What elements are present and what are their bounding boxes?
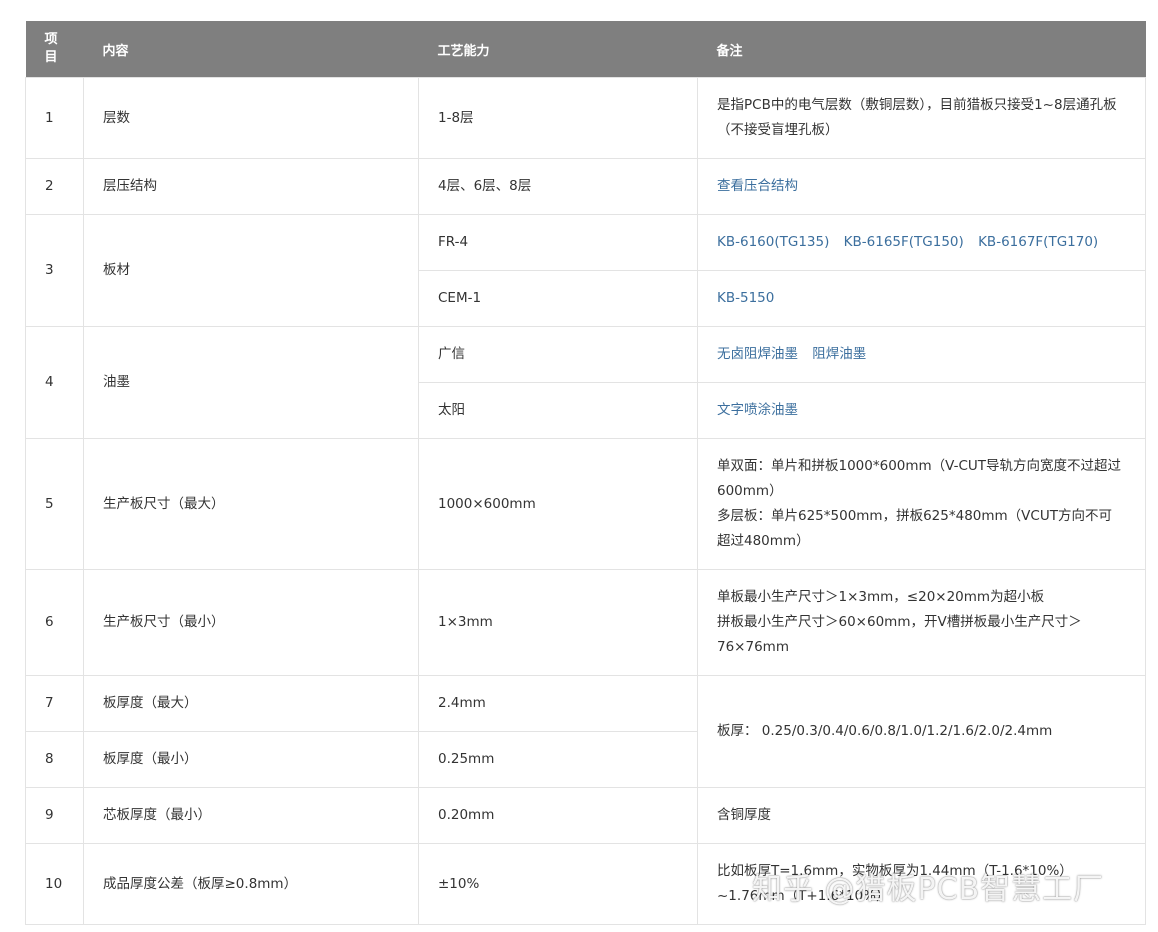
cell-content: 板厚度（最大）: [83, 675, 419, 732]
stackup-link[interactable]: 查看压合结构: [717, 178, 798, 194]
ink-link[interactable]: 文字喷涂油墨: [717, 402, 798, 418]
cell-no: 2: [25, 158, 84, 215]
process-capability-table: 项目 内容 工艺能力 备注 1 层数 1-8层 是指PCB中的电气层数（敷铜层数…: [25, 21, 1146, 925]
material-link[interactable]: KB-6165F(TG150): [844, 234, 964, 250]
cell-capability: 2.4mm: [418, 675, 698, 732]
header-content: 内容: [83, 21, 419, 78]
cell-content: 芯板厚度（最小）: [83, 787, 419, 844]
cell-no: 6: [25, 569, 84, 676]
cell-no: 7: [25, 675, 84, 732]
cell-no: 3: [25, 214, 84, 327]
zhihu-watermark: 知乎 @猎板PCB智慧工厂: [752, 872, 1105, 907]
cell-content: 层压结构: [83, 158, 419, 215]
ink-link[interactable]: 阻焊油墨: [812, 346, 866, 362]
table-header-row: 项目 内容 工艺能力 备注: [25, 21, 1146, 78]
table-row: 7 板厚度（最大） 2.4mm 板厚： 0.25/0.3/0.4/0.6/0.8…: [25, 675, 1146, 788]
material-link[interactable]: KB-6167F(TG170): [978, 234, 1098, 250]
cell-content: 板厚度（最小）: [83, 731, 419, 788]
cell-content: 板材: [83, 214, 419, 327]
ink-link[interactable]: 无卤阻焊油墨: [717, 346, 798, 362]
cell-capability: 广信: [418, 326, 698, 383]
material-link[interactable]: KB-5150: [717, 290, 774, 306]
cell-capability: 1-8层: [418, 77, 698, 159]
header-item-no: 项目: [25, 21, 84, 78]
cell-capability: 4层、6层、8层: [418, 158, 698, 215]
material-link[interactable]: KB-6160(TG135): [717, 234, 829, 250]
cell-capability: FR-4: [418, 214, 698, 271]
cell-content: 生产板尺寸（最小）: [83, 569, 419, 676]
table-row: 3 板材 FR-4 KB-6160(TG135) KB-6165F(TG150)…: [25, 214, 1146, 327]
cell-content: 油墨: [83, 326, 419, 439]
cell-note: 单板最小生产尺寸＞1×3mm，≤20×20mm为超小板 拼板最小生产尺寸＞60×6…: [697, 569, 1146, 676]
table-row: 5 生产板尺寸（最大） 1000×600mm 单双面：单片和拼板1000*600…: [25, 438, 1146, 570]
cell-no: 8: [25, 731, 84, 788]
cell-no: 10: [25, 843, 84, 925]
cell-no: 1: [25, 77, 84, 159]
cell-capability: ±10%: [418, 843, 698, 925]
table-row: 2 层压结构 4层、6层、8层 查看压合结构: [25, 158, 1146, 215]
header-note: 备注: [697, 21, 1146, 78]
header-capability: 工艺能力: [418, 21, 698, 78]
table-row: 9 芯板厚度（最小） 0.20mm 含铜厚度: [25, 787, 1146, 844]
cell-content: 生产板尺寸（最大）: [83, 438, 419, 570]
cell-no: 9: [25, 787, 84, 844]
cell-note: 含铜厚度: [697, 787, 1146, 844]
cell-note: 单双面：单片和拼板1000*600mm（V-CUT导轨方向宽度不过超过600mm…: [697, 438, 1146, 570]
cell-note: 是指PCB中的电气层数（敷铜层数），目前猎板只接受1~8层通孔板（不接受盲埋孔板…: [697, 77, 1146, 159]
cell-content: 成品厚度公差（板厚≥0.8mm）: [83, 843, 419, 925]
cell-capability: 0.20mm: [418, 787, 698, 844]
cell-content: 层数: [83, 77, 419, 159]
cell-capability: CEM-1: [418, 270, 698, 327]
table-row: 6 生产板尺寸（最小） 1×3mm 单板最小生产尺寸＞1×3mm，≤20×20m…: [25, 569, 1146, 676]
cell-capability: 太阳: [418, 382, 698, 439]
cell-no: 5: [25, 438, 84, 570]
table-row: 1 层数 1-8层 是指PCB中的电气层数（敷铜层数），目前猎板只接受1~8层通…: [25, 77, 1146, 159]
table-row: 4 油墨 广信 无卤阻焊油墨 阻焊油墨: [25, 326, 1146, 439]
cell-capability: 0.25mm: [418, 731, 698, 788]
cell-no: 4: [25, 326, 84, 439]
cell-capability: 1000×600mm: [418, 438, 698, 570]
cell-note: 板厚： 0.25/0.3/0.4/0.6/0.8/1.0/1.2/1.6/2.0…: [697, 675, 1146, 788]
cell-capability: 1×3mm: [418, 569, 698, 676]
